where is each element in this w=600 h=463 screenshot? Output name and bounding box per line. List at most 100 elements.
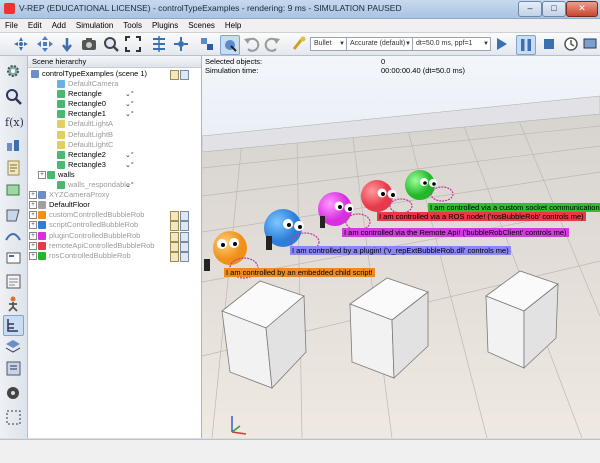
object-type-icon [38,201,46,210]
gear-icon[interactable] [4,62,23,81]
texture-icon[interactable] [4,206,23,225]
hierarchy-item-label: walls [58,169,75,179]
video-recorder-icon[interactable] [4,384,23,403]
script-icon[interactable] [4,159,23,178]
object-properties-icon[interactable] [4,359,23,378]
timestep-select[interactable]: dt=50.0 ms, ppf=1 ▼ [412,37,491,51]
camera-pan-icon[interactable] [12,35,30,53]
expand-toggle-icon[interactable]: + [38,170,46,179]
undo-icon[interactable] [242,35,260,53]
hierarchy-item[interactable]: + scriptControlledBubbleRob [28,220,201,232]
hierarchy-item[interactable]: Rectangle0 ⌄° [28,99,201,109]
hierarchy-item[interactable]: DefaultCamera [28,79,201,89]
hierarchy-item[interactable]: Rectangle ⌄° [28,89,201,99]
object-shift-icon[interactable] [150,35,168,53]
object-type-icon [57,90,65,99]
script-icon[interactable] [170,251,179,262]
model-browser-icon[interactable] [4,294,23,313]
object-rotate-icon[interactable] [172,35,190,53]
paths-icon[interactable] [4,226,23,245]
camera-rotate-icon[interactable] [36,35,54,53]
selection-icon[interactable] [4,408,23,427]
menu-file[interactable]: File [0,19,23,32]
hierarchy-item-label: DefaultCamera [68,79,119,88]
accuracy-select[interactable]: Accurate (default) ▼ [346,37,413,51]
close-button[interactable]: ✕ [566,1,598,17]
search-icon[interactable] [4,87,23,106]
hierarchy-item[interactable]: + remoteApiControlledBubbleRob [28,241,201,252]
hierarchy-item-label: DefaultLightC [68,139,114,149]
camera-fit-icon[interactable] [124,35,142,53]
expand-toggle-icon[interactable]: + [29,241,37,250]
stop-icon[interactable] [540,35,558,53]
menu-plugins[interactable]: Plugins [147,19,183,32]
expand-toggle-icon[interactable]: + [29,211,37,220]
expand-toggle-icon[interactable]: + [29,221,37,230]
menu-bar: File Edit Add Simulation Tools Plugins Scenes H… [0,19,600,33]
scene-viewport[interactable]: Selected objects: 0 Simulation time: 00:… [202,56,600,438]
camera-shift-icon[interactable] [58,35,76,53]
ui-editor-icon[interactable] [4,249,23,268]
hierarchy-item[interactable]: Rectangle1 ⌄° [28,109,201,119]
hierarchy-item[interactable]: DefaultLightB [28,130,201,140]
accuracy-value: Accurate (default) [350,40,406,47]
layers-icon[interactable] [4,337,23,356]
hierarchy-item-label: pluginControlledBubbleRob [49,230,141,240]
object-type-icon [38,191,46,200]
calculation-modules-icon[interactable]: f(x) [4,112,24,131]
minimize-button[interactable]: – [518,1,542,17]
hierarchy-item-label: XYZCameraProxy [49,190,110,200]
display-icon[interactable] [582,35,600,53]
dynamics-engine-icon[interactable] [290,35,308,53]
hierarchy-item[interactable]: Rectangle3 ⌄° [28,160,201,170]
assemble-icon[interactable] [198,35,216,53]
menu-help[interactable]: Help [220,19,246,32]
hierarchy-item[interactable]: + DefaultFloor [28,200,201,210]
menu-add[interactable]: Add [47,19,71,32]
chevron-down-icon: ▼ [339,41,345,47]
redo-icon[interactable] [264,35,282,53]
pause-icon[interactable] [516,35,536,55]
hierarchy-item-label: Rectangle1 [68,109,106,119]
hierarchy-item[interactable]: Rectangle2 ⌄° [28,150,201,160]
object-type-icon [57,100,65,109]
object-type-icon [47,170,55,179]
hierarchy-item[interactable]: walls_respondable ⌄° [28,180,201,190]
hierarchy-item[interactable]: DefaultLightC [28,140,201,150]
play-icon[interactable] [492,35,510,53]
scene-hierarchy-icon[interactable] [3,315,24,336]
camera-zoom-icon[interactable] [102,35,120,53]
object-type-icon [57,160,65,169]
menu-simulation[interactable]: Simulation [71,19,118,32]
camera-icon[interactable] [80,35,98,53]
hierarchy-item-label: scriptControlledBubbleRob [49,220,139,230]
realtime-icon[interactable] [562,35,580,53]
script-icon[interactable] [180,251,189,262]
expand-toggle-icon[interactable]: + [29,231,37,240]
hierarchy-item[interactable]: DefaultLightA [28,119,201,129]
object-type-icon [57,120,65,129]
hierarchy-item[interactable]: + XYZCameraProxy [28,190,201,200]
collection-icon[interactable] [4,137,23,156]
hierarchy-item[interactable]: + rosControlledBubbleRob [28,251,201,262]
object-type-icon [38,241,46,250]
expand-toggle-icon[interactable]: + [29,251,37,260]
main-toolbar: Bullet ▼ Accurate (default) ▼ dt=50.0 ms, … [0,33,600,56]
scene-root-item[interactable]: controlTypeExamples (scene 1) [28,69,201,80]
left-toolbar: f(x) [0,56,28,438]
hierarchy-item[interactable]: + walls [28,170,201,180]
menu-tools[interactable]: Tools [118,19,147,32]
window-title: V-REP (EDUCATIONAL LICENSE) - controlTyp… [19,3,402,13]
hierarchy-item[interactable]: + pluginControlledBubbleRob [28,230,201,242]
click-select-icon[interactable] [220,35,240,55]
expand-toggle-icon[interactable]: + [29,201,37,210]
maximize-button[interactable]: □ [542,1,566,17]
menu-edit[interactable]: Edit [23,19,47,32]
expand-toggle-icon[interactable]: + [29,191,37,200]
hierarchy-item[interactable]: + customControlledBubbleRob [28,210,201,222]
physics-engine-select[interactable]: Bullet ▼ [310,37,347,51]
menu-scenes[interactable]: Scenes [183,19,220,32]
shapes-icon[interactable] [4,181,23,200]
object-type-icon [38,231,46,240]
browser-icon[interactable] [4,272,23,291]
